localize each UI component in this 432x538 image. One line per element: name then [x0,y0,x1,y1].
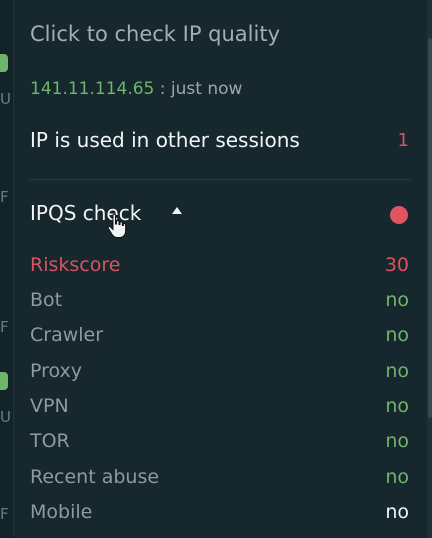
caret-up-icon[interactable] [172,207,182,214]
row-value: no [385,289,409,311]
row-label: Crawler [30,324,104,346]
check-timestamp: just now [170,79,243,99]
ip-separator: : [154,79,171,99]
row-label: Bot [30,289,63,311]
row-value: 30 [384,254,409,276]
ipqs-row-vpn: VPN no [30,395,409,421]
background-app-strip [0,0,14,538]
background-partial-text: F [0,318,9,336]
row-value: no [385,360,409,382]
ipqs-row-mobile: Mobile no [30,501,409,527]
scrollbar[interactable] [428,38,432,418]
check-ip-quality-button[interactable]: Click to check IP quality [30,22,280,46]
hand-cursor-icon [107,213,127,238]
ip-status-line: 141.11.114.65 : just now [30,79,242,99]
row-label: TOR [30,430,70,452]
background-partial-text: U [0,408,11,426]
background-partial-text: F [0,505,9,523]
other-sessions-count[interactable]: 1 [398,130,409,151]
row-label: Recent abuse [30,466,160,488]
ip-address: 141.11.114.65 [30,79,155,99]
background-partial-text: U [0,90,11,108]
other-sessions-label: IP is used in other sessions [30,128,300,152]
background-partial-text: F [0,188,9,206]
ip-quality-panel: Click to check IP quality 141.11.114.65 … [13,0,427,538]
status-dot-icon [390,206,408,224]
row-label: Riskscore [30,254,121,276]
row-label: Mobile [30,501,93,523]
ipqs-row-bot: Bot no [30,289,409,315]
row-value: no [385,466,409,488]
row-label: VPN [30,395,69,417]
row-value: no [385,324,409,346]
row-value: no [385,395,409,417]
ipqs-row-proxy: Proxy no [30,360,409,386]
ipqs-row-riskscore: Riskscore 30 [30,254,409,280]
section-divider [30,179,411,180]
background-status-icon [0,54,8,72]
row-value: no [385,430,409,452]
row-label: Proxy [30,360,83,382]
row-value: no [385,501,409,523]
ipqs-row-recent-abuse: Recent abuse no [30,466,409,492]
ipqs-row-crawler: Crawler no [30,324,409,350]
background-status-icon [0,372,8,390]
ipqs-row-tor: TOR no [30,430,409,456]
